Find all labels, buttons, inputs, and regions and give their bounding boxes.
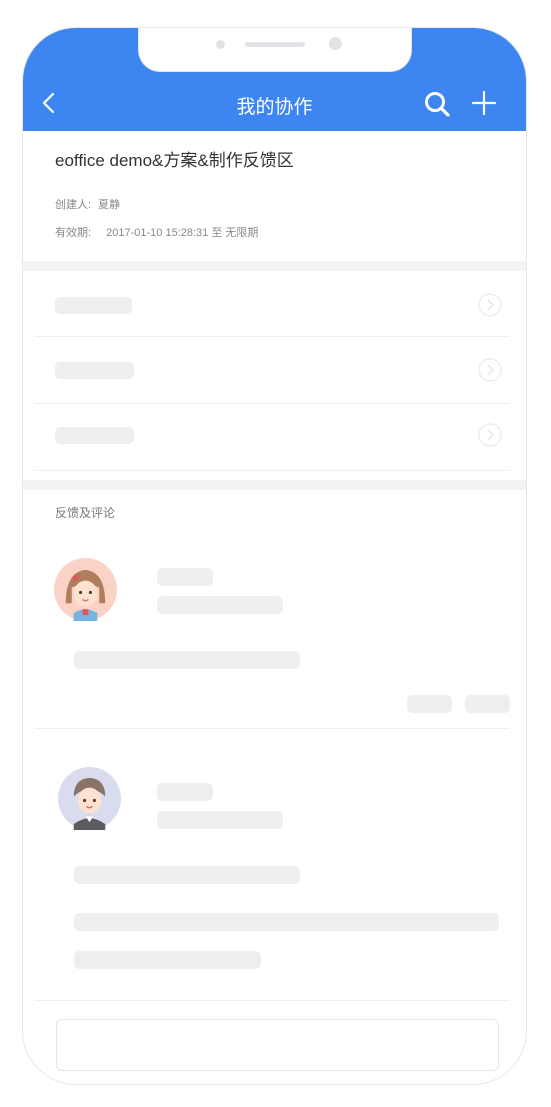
front-camera — [329, 37, 342, 50]
placeholder-bar — [74, 866, 300, 884]
search-icon — [425, 92, 450, 117]
phone-notch — [138, 28, 412, 72]
placeholder-button[interactable] — [407, 695, 452, 713]
placeholder-bar — [157, 783, 213, 801]
placeholder-bar — [157, 596, 283, 614]
placeholder-bar — [55, 427, 134, 444]
validity-label: 有效期: — [55, 227, 92, 239]
validity-line: 有效期: 2017-01-10 15:28:31 至 无限期 — [55, 224, 258, 240]
section-divider — [23, 480, 526, 490]
phone-frame: 我的协作 eoffice demo&方案&制作反馈区 创建人: 夏静 有效期: … — [22, 27, 527, 1085]
detail-row[interactable] — [34, 405, 510, 471]
sensor-dot — [216, 40, 225, 49]
placeholder-bar — [157, 568, 213, 586]
placeholder-bar — [157, 811, 283, 829]
placeholder-bar — [55, 362, 134, 379]
plus-icon — [471, 90, 497, 116]
chevron-right-icon — [478, 358, 502, 382]
feedback-section-label: 反馈及评论 — [55, 506, 116, 520]
collab-name: eoffice demo&方案&制作反馈区 — [55, 151, 294, 170]
detail-row[interactable] — [34, 338, 510, 404]
placeholder-bar — [55, 297, 132, 314]
creator-label: 创建人: — [55, 199, 92, 211]
speaker-grille — [245, 42, 305, 47]
section-divider — [23, 261, 526, 271]
search-button[interactable] — [423, 90, 451, 118]
comment-item — [34, 729, 510, 1001]
detail-row[interactable] — [34, 271, 510, 337]
creator-value: 夏静 — [98, 199, 121, 211]
placeholder-button[interactable] — [465, 695, 510, 713]
chevron-right-icon — [478, 293, 502, 317]
app-header: 我的协作 — [23, 28, 526, 131]
placeholder-bar — [74, 651, 300, 669]
placeholder-bar — [74, 913, 499, 931]
creator-line: 创建人: 夏静 — [55, 196, 120, 212]
validity-value: 2017-01-10 15:28:31 至 无限期 — [106, 227, 259, 239]
comment-input[interactable] — [56, 1019, 499, 1071]
female-avatar-icon — [54, 558, 117, 621]
add-button[interactable] — [471, 90, 497, 116]
collab-title-block: eoffice demo&方案&制作反馈区 — [55, 146, 495, 171]
placeholder-bar — [74, 951, 261, 969]
male-avatar-icon — [58, 767, 121, 830]
chevron-right-icon — [478, 423, 502, 447]
comment-item — [34, 533, 510, 729]
